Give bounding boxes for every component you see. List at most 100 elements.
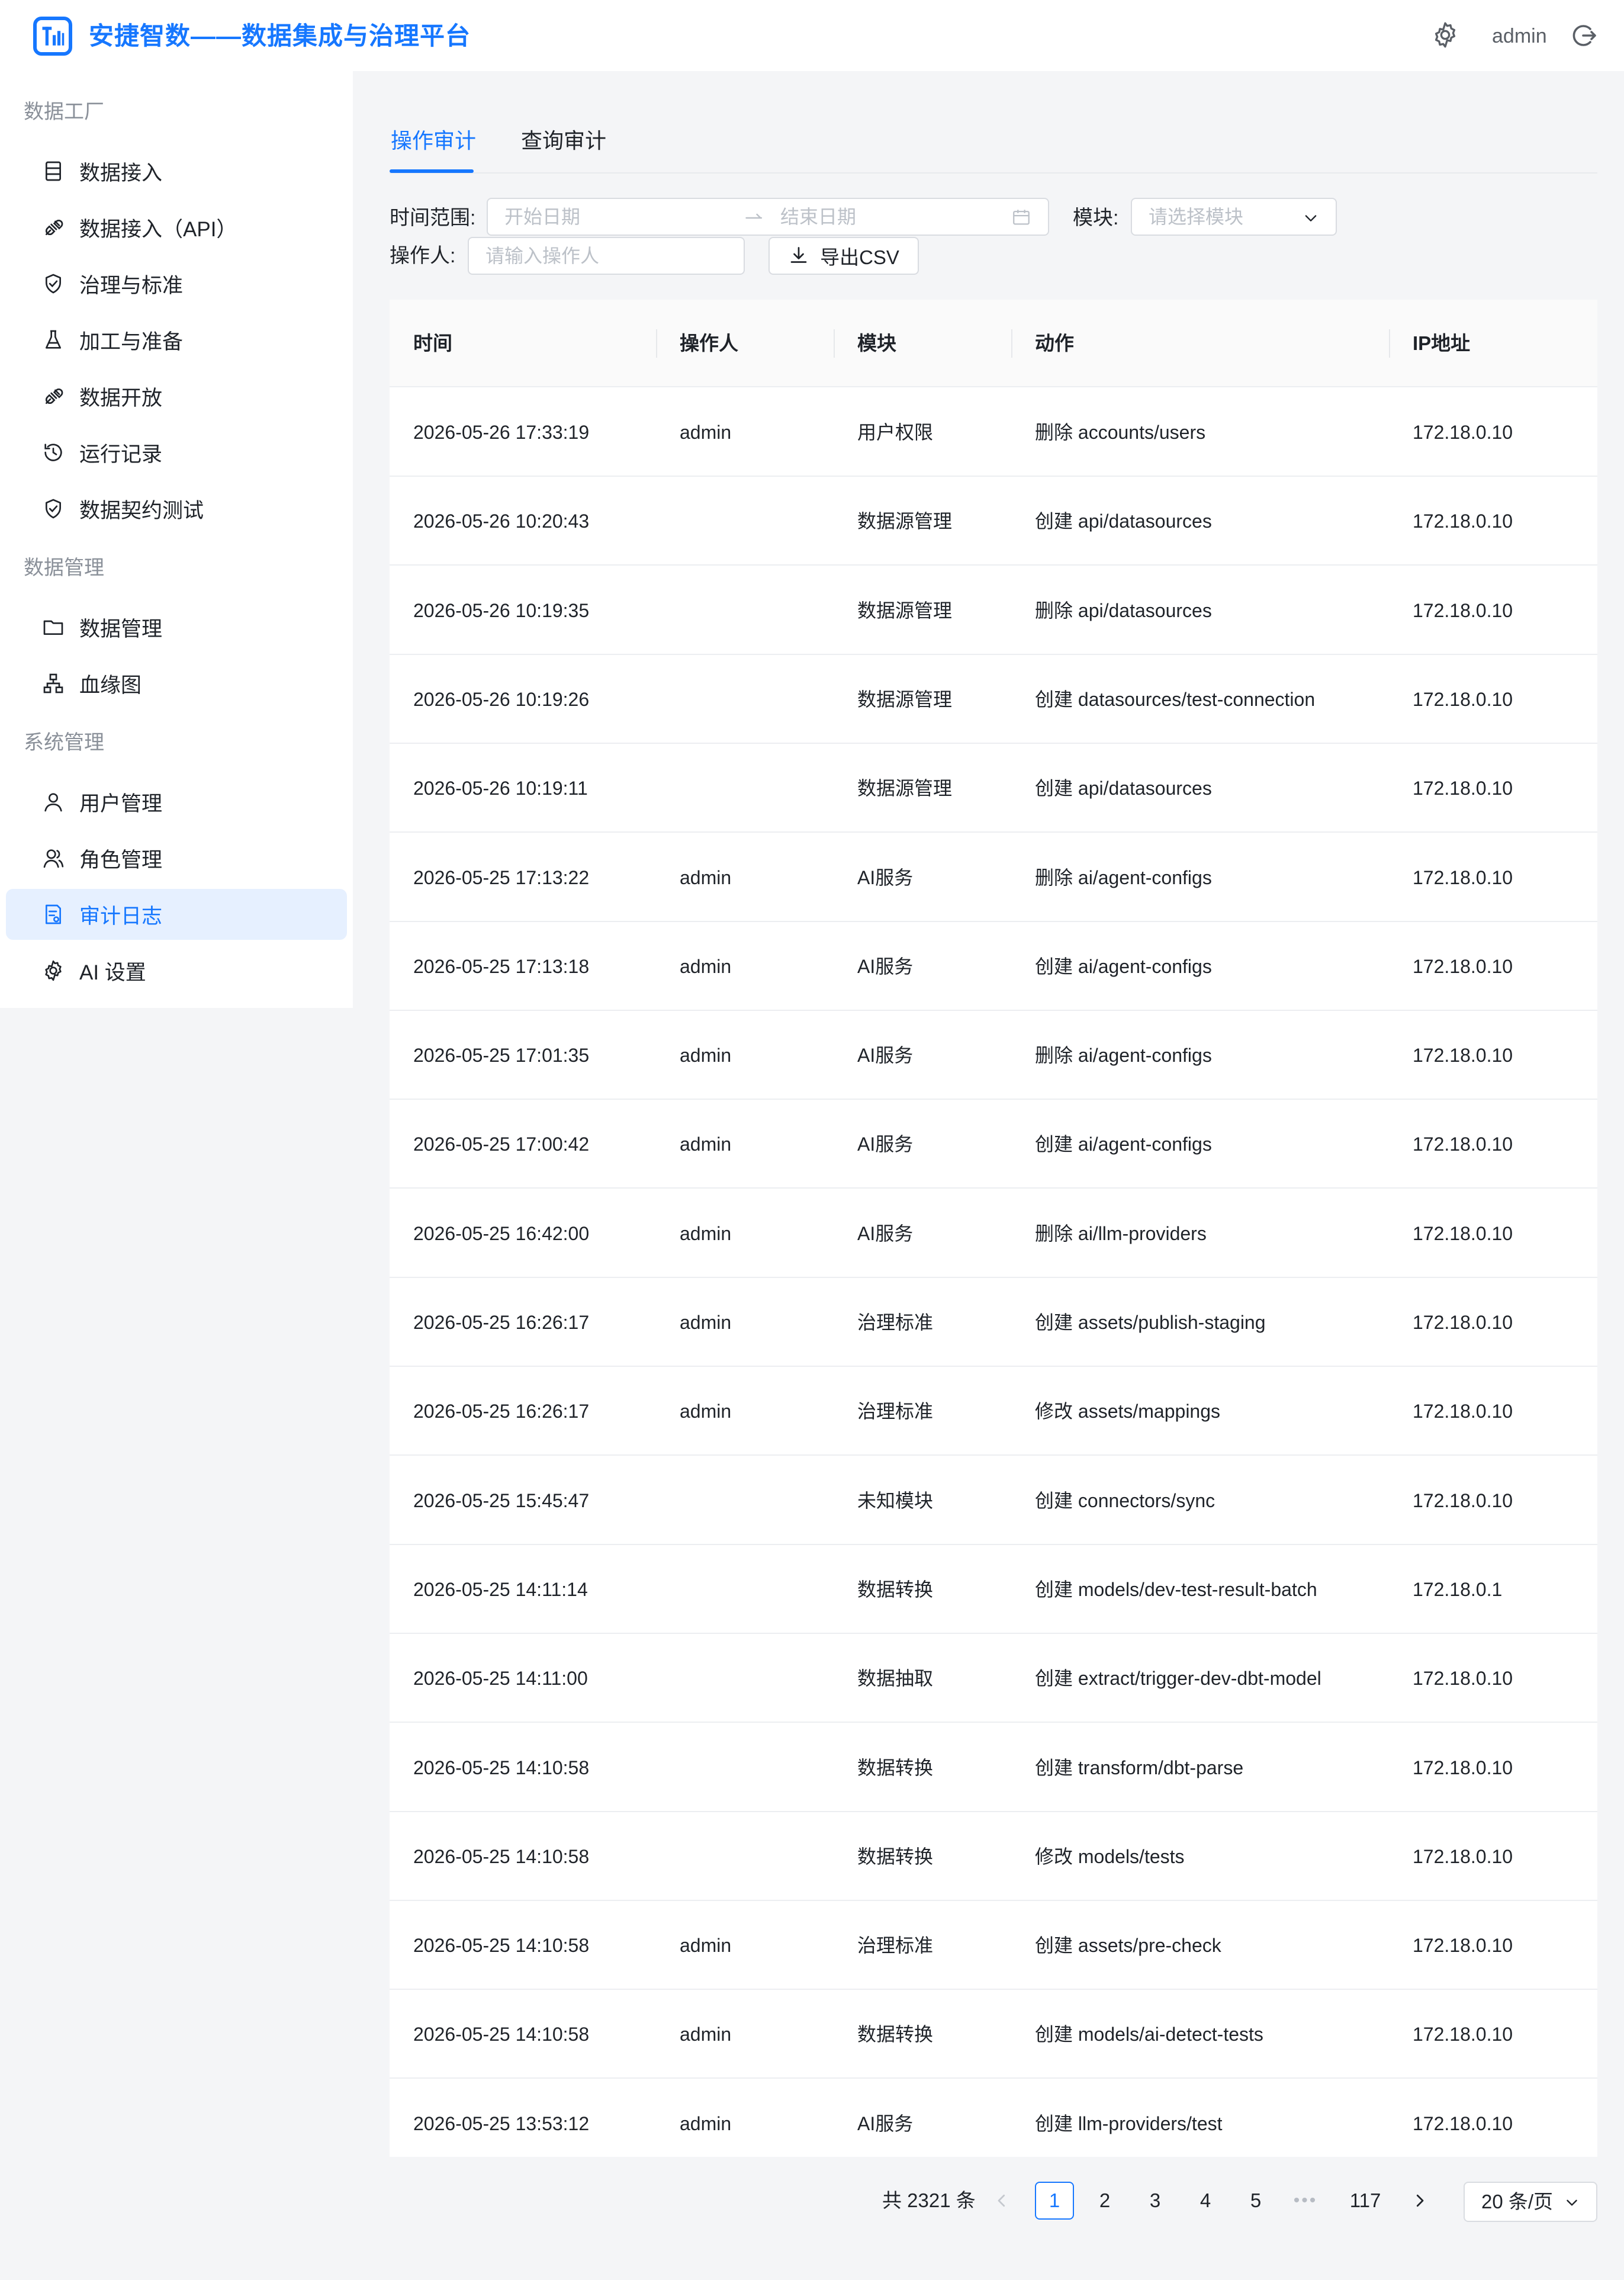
module-select-placeholder: 请选择模块 [1149, 206, 1244, 227]
sidebar-item-data-open[interactable]: 数据开放 [6, 371, 347, 422]
cell-ip: 172.18.0.10 [1413, 1935, 1513, 1957]
cell-time: 2026-05-25 13:53:12 [413, 2112, 590, 2134]
cell-action: 创建 llm-providers/test [1035, 2112, 1223, 2134]
sidebar-item-audit-log[interactable]: 审计日志 [6, 889, 347, 940]
cell-operator: admin [680, 422, 732, 443]
cell-operator: admin [680, 2024, 732, 2045]
sidebar-item-lineage[interactable]: 血缘图 [6, 658, 347, 709]
column-header-time[interactable]: 时间 [413, 300, 452, 387]
table-row[interactable]: 2026-05-26 10:19:11 数据源管理 创建 api/datasourc… [390, 744, 1597, 833]
sidebar-item-ai-settings[interactable]: AI 设置 [6, 945, 347, 996]
prev-page-button[interactable] [983, 2182, 1021, 2220]
table-row[interactable]: 2026-05-25 15:45:47 未知模块 创建 connectors/syn… [390, 1457, 1597, 1545]
table-row[interactable]: 2026-05-25 14:10:58 admin 治理标准 创建 assets/pr… [390, 1902, 1597, 1990]
cell-ip: 172.18.0.10 [1413, 1222, 1513, 1244]
gear-icon[interactable] [1430, 20, 1460, 50]
audit-table: 时间 操作人 模块 动作 IP地址 2026-05-26 17:33:19 adm… [390, 300, 1597, 2157]
page-button-4[interactable]: 4 [1186, 2182, 1225, 2220]
end-date-input[interactable]: 结束日期 [780, 199, 856, 235]
date-range-picker[interactable]: 开始日期 结束日期 [487, 198, 1049, 236]
cell-action: 修改 models/tests [1035, 1845, 1185, 1867]
table-row[interactable]: 2026-05-26 10:19:26 数据源管理 创建 datasources/t… [390, 656, 1597, 744]
table-row[interactable]: 2026-05-25 17:13:22 admin AI服务 删除 ai/agent-… [390, 834, 1597, 922]
cell-time: 2026-05-26 10:19:26 [413, 688, 590, 710]
top-header: 安捷智数——数据集成与治理平台 admin [0, 0, 1624, 71]
sidebar-item-contract-test[interactable]: 数据契约测试 [6, 483, 347, 534]
logo-bars-icon [42, 27, 65, 46]
cell-module: AI服务 [857, 2112, 914, 2134]
logo-icon[interactable] [33, 17, 72, 56]
cell-action: 创建 extract/trigger-dev-dbt-model [1035, 1668, 1321, 1690]
sidebar-item-label: 血缘图 [79, 673, 142, 697]
cell-time: 2026-05-25 17:13:22 [413, 866, 590, 888]
cell-ip: 172.18.0.10 [1413, 866, 1513, 888]
sidebar-item-label: 运行记录 [79, 442, 163, 466]
cell-ip: 172.18.0.10 [1413, 955, 1513, 977]
start-date-input[interactable]: 开始日期 [504, 199, 580, 235]
cell-time: 2026-05-25 14:10:58 [413, 1935, 590, 1957]
logout-icon[interactable] [1570, 21, 1599, 50]
sidebar-item-processing[interactable]: 加工与准备 [6, 314, 347, 365]
page-button-1[interactable]: 1 [1035, 2182, 1074, 2220]
column-divider [1389, 329, 1390, 358]
table-row[interactable]: 2026-05-25 14:10:58 数据转换 修改 models/tests 17… [390, 1813, 1597, 1901]
cell-ip: 172.18.0.10 [1413, 778, 1513, 799]
cell-operator: admin [680, 1045, 732, 1067]
cell-time: 2026-05-25 17:01:35 [413, 1045, 590, 1067]
pagination-ellipsis[interactable]: ••• [1286, 2182, 1325, 2220]
table-row[interactable]: 2026-05-25 17:00:42 admin AI服务 创建 ai/agent-… [390, 1100, 1597, 1189]
sidebar-item-governance[interactable]: 治理与标准 [6, 258, 347, 309]
table-row[interactable]: 2026-05-25 17:13:18 admin AI服务 创建 ai/agent-… [390, 923, 1597, 1011]
table-row[interactable]: 2026-05-25 14:11:14 数据转换 创建 models/dev-tes… [390, 1546, 1597, 1634]
cell-module: 数据转换 [857, 1845, 934, 1867]
page-button-last[interactable]: 117 [1342, 2182, 1389, 2220]
tab-operation-audit[interactable]: 操作审计 [391, 122, 476, 160]
table-row[interactable]: 2026-05-25 16:42:00 admin AI服务 删除 ai/llm-pr… [390, 1190, 1597, 1278]
current-user-name[interactable]: admin [1492, 20, 1547, 52]
column-header-module[interactable]: 模块 [857, 300, 896, 387]
cell-time: 2026-05-25 14:10:58 [413, 1845, 590, 1867]
page-button-5[interactable]: 5 [1236, 2182, 1275, 2220]
table-row[interactable]: 2026-05-26 17:33:19 admin 用户权限 删除 accounts/… [390, 388, 1597, 477]
table-row[interactable]: 2026-05-25 17:01:35 admin AI服务 删除 ai/agent-… [390, 1011, 1597, 1100]
sidebar-item-run-history[interactable]: 运行记录 [6, 427, 347, 478]
sidebar-item-data-management[interactable]: 数据管理 [6, 602, 347, 653]
table-row[interactable]: 2026-05-25 14:11:00 数据抽取 创建 extract/trigge… [390, 1634, 1597, 1723]
page-size-select[interactable]: 20 条/页 [1464, 2182, 1597, 2222]
table-row[interactable]: 2026-05-26 10:19:35 数据源管理 删除 api/datasourc… [390, 567, 1597, 655]
table-row[interactable]: 2026-05-25 14:10:58 数据转换 创建 transform/dbt-… [390, 1724, 1597, 1812]
sidebar-item-data-ingest[interactable]: 数据接入 [6, 146, 347, 197]
column-header-operator[interactable]: 操作人 [680, 300, 738, 387]
cell-action: 创建 transform/dbt-parse [1035, 1756, 1244, 1778]
sidebar-item-label: 加工与准备 [79, 330, 184, 354]
cell-time: 2026-05-25 16:26:17 [413, 1312, 590, 1333]
cell-module: AI服务 [857, 1133, 914, 1155]
sidebar-item-label: 角色管理 [79, 848, 163, 872]
table-row[interactable]: 2026-05-26 10:20:43 数据源管理 创建 api/datasourc… [390, 477, 1597, 566]
table-row[interactable]: 2026-05-25 14:10:58 admin 数据转换 创建 models/ai… [390, 1990, 1597, 2079]
page-button-3[interactable]: 3 [1136, 2182, 1175, 2220]
cell-action: 修改 assets/mappings [1035, 1401, 1221, 1422]
table-row[interactable]: 2026-05-25 16:26:17 admin 治理标准 修改 assets/ma… [390, 1367, 1597, 1456]
table-row[interactable]: 2026-05-25 13:53:12 admin AI服务 创建 llm-provi… [390, 2080, 1597, 2168]
tab-query-audit[interactable]: 查询审计 [521, 122, 606, 160]
flask-icon [46, 330, 61, 349]
sidebar-item-data-ingest-api[interactable]: 数据接入（API） [6, 202, 347, 253]
column-header-ip[interactable]: IP地址 [1413, 300, 1470, 387]
cell-action: 删除 ai/agent-configs [1035, 866, 1212, 888]
page-button-2[interactable]: 2 [1085, 2182, 1124, 2220]
pagination-total: 共 2321 条 [882, 2189, 976, 2211]
operator-input[interactable]: 请输入操作人 [468, 237, 745, 275]
sidebar-item-user-management[interactable]: 用户管理 [6, 776, 347, 827]
column-header-action[interactable]: 动作 [1035, 300, 1074, 387]
cell-action: 创建 datasources/test-connection [1035, 688, 1316, 710]
sidebar-item-role-management[interactable]: 角色管理 [6, 833, 347, 884]
cell-time: 2026-05-25 17:00:42 [413, 1133, 590, 1155]
time-range-label: 时间范围: [390, 207, 476, 229]
module-select[interactable]: 请选择模块 [1131, 198, 1337, 236]
export-csv-button[interactable]: 导出CSV [768, 237, 919, 275]
table-row[interactable]: 2026-05-25 16:26:17 admin 治理标准 创建 assets/pu… [390, 1279, 1597, 1367]
next-page-button[interactable] [1401, 2182, 1439, 2220]
cell-ip: 172.18.0.10 [1413, 1845, 1513, 1867]
plug-icon [46, 220, 63, 235]
